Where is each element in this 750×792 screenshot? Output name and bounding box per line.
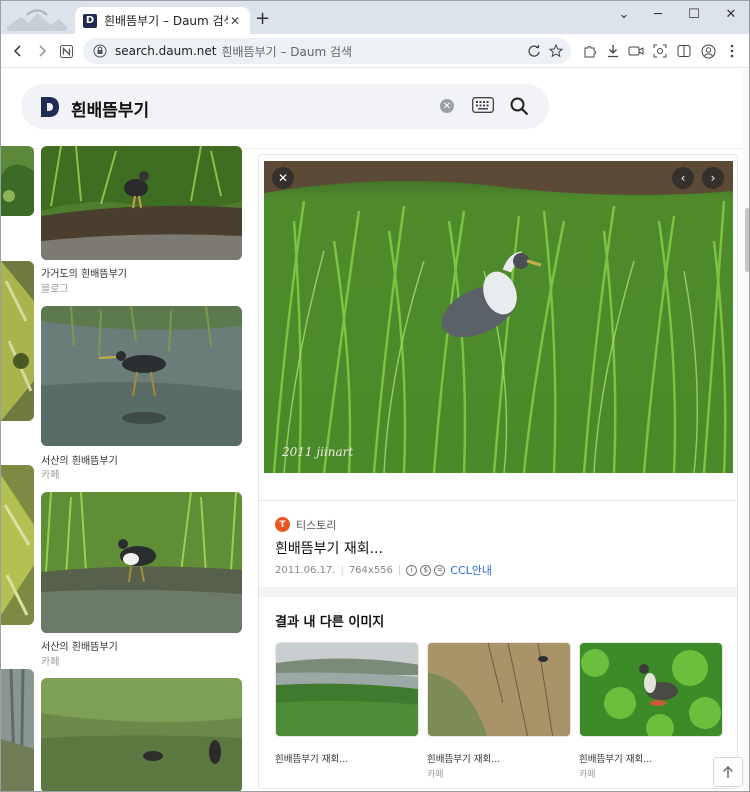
related-images-heading: 결과 내 다른 이미지 (275, 615, 385, 630)
menu-dots-icon[interactable] (721, 40, 743, 62)
result-thumbnail[interactable] (41, 306, 242, 446)
next-image-button[interactable]: › (702, 167, 724, 189)
scroll-to-top-button[interactable] (713, 757, 743, 787)
previous-image-button[interactable]: ‹ (672, 167, 694, 189)
panel-divider (259, 500, 737, 501)
related-image[interactable] (427, 642, 571, 737)
address-bar[interactable]: search.daum.net 흰배뜸부기 – Daum 검색 (83, 38, 571, 64)
result-source: 카페 (41, 657, 60, 668)
search-query-input[interactable]: 흰배뜸부기 (71, 96, 149, 121)
image-source-name[interactable]: 티스토리 (296, 517, 336, 533)
bird-decoration-icon (7, 9, 67, 31)
arrow-up-icon (723, 766, 733, 778)
clear-search-button[interactable]: ✕ (440, 99, 454, 113)
related-image-card[interactable]: 흰배뜸부기 재회... 카페 (427, 642, 571, 780)
page-scrollbar[interactable] (743, 68, 749, 791)
extensions-puzzle-icon[interactable] (579, 40, 601, 62)
related-image-source: 카페 (579, 770, 596, 780)
ccl-info-link[interactable]: CCL안내 (450, 562, 492, 578)
image-meta: 2011.06.17. | 764x556 | i $ = CCL안내 (275, 562, 493, 578)
split-view-icon[interactable] (673, 40, 695, 62)
related-image-card[interactable]: 흰배뜸부기 재회... (275, 642, 419, 767)
partial-thumbnail[interactable] (1, 669, 34, 791)
result-title[interactable]: 서산의 흰배뜸부기 (41, 638, 118, 653)
section-separator (259, 587, 737, 597)
browser-window: D 흰배뜸부기 – Daum 검색 ✕ + ⌄ ─ ☐ ✕ search.dau… (0, 0, 750, 792)
image-title[interactable]: 흰배뜸부기 재회... (275, 538, 383, 558)
partial-thumbnail[interactable] (1, 465, 34, 625)
maximize-button[interactable]: ☐ (684, 7, 704, 22)
search-results-page: 흰배뜸부기 ✕ 가거도의 흰배뜸부기 블로그 서산의 흰배뜸부기 카페 서산의 … (1, 68, 749, 791)
search-box[interactable]: 흰배뜸부기 ✕ (21, 84, 549, 129)
close-viewer-button[interactable]: ✕ (272, 167, 294, 189)
translate-icon[interactable] (527, 44, 541, 58)
related-image-card[interactable]: 흰배뜸부기 재회... 카페 (579, 642, 723, 780)
tab-close-icon[interactable]: ✕ (228, 14, 242, 28)
tistory-logo-icon: T (275, 517, 290, 532)
result-source: 블로그 (41, 284, 69, 295)
cc-attribution-icon: i (406, 564, 418, 576)
minimize-button[interactable]: ─ (648, 7, 668, 22)
tab-search-icon[interactable]: ⌄ (614, 7, 634, 22)
active-tab[interactable]: D 흰배뜸부기 – Daum 검색 ✕ (75, 7, 250, 34)
url-domain: search.daum.net (115, 44, 217, 58)
related-image[interactable] (579, 642, 723, 737)
forward-button[interactable] (31, 40, 53, 62)
related-image[interactable] (275, 642, 419, 737)
related-image-title[interactable]: 흰배뜸부기 재회... (275, 751, 419, 765)
video-camera-icon[interactable] (625, 40, 647, 62)
daum-favicon-icon: D (83, 13, 97, 28)
image-detail-panel: 2011 jiinart ✕ ‹ › T 티스토리 흰배뜸부기 재회... 20… (258, 154, 738, 789)
result-title[interactable]: 서산의 흰배뜸부기 (41, 452, 118, 467)
result-thumbnail[interactable]: · (41, 678, 242, 791)
scrollbar-thumb[interactable] (745, 208, 749, 272)
url-page-title: 흰배뜸부기 – Daum 검색 (221, 44, 353, 59)
profile-icon[interactable] (697, 40, 719, 62)
naver-extension-icon[interactable] (55, 40, 77, 62)
related-image-title[interactable]: 흰배뜸부기 재회... (579, 751, 723, 765)
partial-thumbnail[interactable] (1, 146, 34, 216)
bookmark-star-icon[interactable] (549, 44, 563, 58)
back-button[interactable] (7, 40, 29, 62)
cc-noncommercial-icon: $ (420, 564, 432, 576)
result-thumbnail[interactable] (41, 492, 242, 633)
keyboard-icon[interactable] (472, 97, 494, 113)
result-source: 카페 (41, 470, 60, 481)
tab-title: 흰배뜸부기 – Daum 검색 (104, 14, 228, 28)
result-title[interactable]: 가거도의 흰배뜸부기 (41, 265, 127, 280)
related-image-title[interactable]: 흰배뜸부기 재회... (427, 751, 571, 765)
browser-toolbar: search.daum.net 흰배뜸부기 – Daum 검색 (1, 34, 749, 68)
search-icon[interactable] (509, 96, 529, 116)
image-watermark: 2011 jiinart (281, 445, 353, 459)
screenshot-icon[interactable] (649, 40, 671, 62)
result-thumbnail[interactable] (41, 146, 242, 260)
image-size: 764x556 (348, 564, 393, 576)
daum-logo-icon[interactable] (40, 96, 60, 118)
tab-strip: D 흰배뜸부기 – Daum 검색 ✕ + ⌄ ─ ☐ ✕ (1, 1, 749, 34)
new-tab-button[interactable]: + (255, 10, 270, 28)
close-window-button[interactable]: ✕ (721, 7, 741, 22)
selected-image[interactable]: 2011 jiinart (264, 161, 733, 473)
related-image-source: 카페 (427, 770, 444, 780)
download-icon[interactable] (602, 40, 624, 62)
partial-thumbnail[interactable] (1, 261, 34, 421)
cc-noderivs-icon: = (434, 564, 446, 576)
site-info-icon[interactable] (93, 44, 107, 58)
image-date: 2011.06.17. (275, 564, 336, 576)
